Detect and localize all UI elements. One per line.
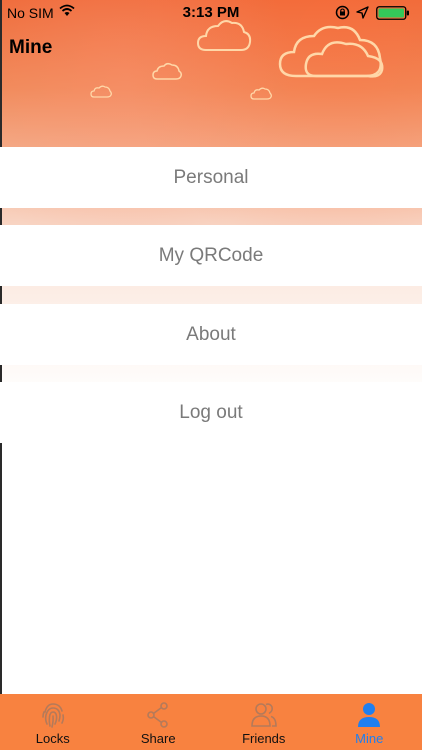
person-icon — [358, 703, 381, 727]
menu-item-label: About — [186, 323, 236, 345]
cloud-large-icon — [278, 25, 384, 78]
tab-label: Friends — [242, 731, 286, 746]
cloud-tiny-right-icon — [250, 87, 272, 100]
share-icon — [147, 702, 169, 728]
page-title: Mine — [9, 37, 53, 58]
menu-item-label: My QRCode — [158, 244, 264, 266]
menu-item-log-out[interactable]: Log out — [0, 382, 422, 443]
status-bar: No SIM 3:13 PM — [0, 0, 422, 26]
tab-mine[interactable]: Mine — [317, 694, 422, 750]
menu-item-label: Personal — [173, 166, 249, 188]
cloud-tiny-icon — [90, 85, 112, 98]
tab-share[interactable]: Share — [106, 694, 212, 750]
rotation-lock-icon — [335, 5, 350, 20]
friends-icon — [250, 703, 277, 727]
tab-friends[interactable]: Friends — [211, 694, 317, 750]
menu-item-personal[interactable]: Personal — [0, 147, 422, 208]
tab-label: Mine — [355, 731, 384, 746]
menu-item-about[interactable]: About — [0, 304, 422, 365]
tab-bar: Locks Share Friends Mine — [0, 694, 422, 750]
location-arrow-icon — [356, 6, 369, 19]
battery-icon — [376, 6, 409, 20]
tab-locks[interactable]: Locks — [0, 694, 106, 750]
cloud-small-icon — [152, 62, 182, 80]
menu-item-label: Log out — [179, 401, 243, 423]
menu-item-my-qrcode[interactable]: My QRCode — [0, 225, 422, 286]
fingerprint-icon — [41, 703, 64, 728]
tab-label: Share — [140, 731, 176, 746]
tab-label: Locks — [35, 731, 70, 746]
